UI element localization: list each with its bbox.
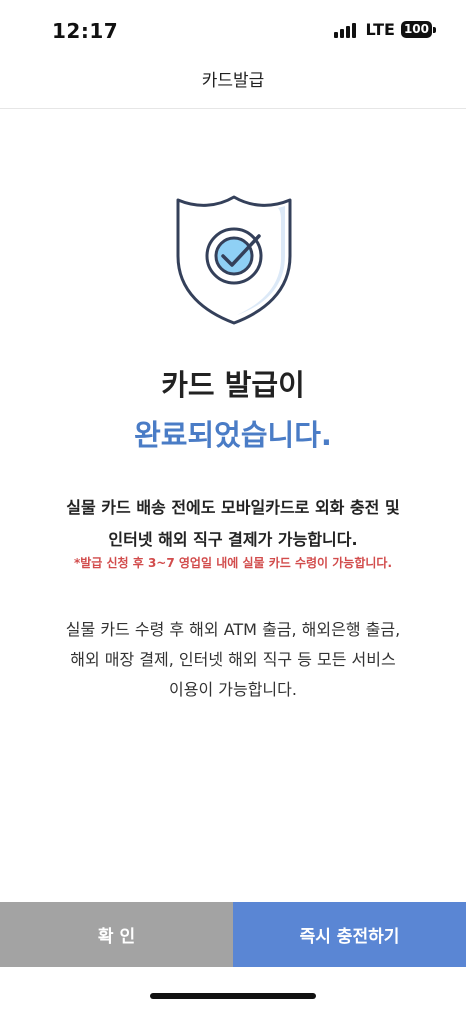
mobile-card-description: 실물 카드 배송 전에도 모바일카드로 외화 충전 및 인터넷 해외 직구 결제… <box>0 492 466 556</box>
status-time: 12:17 <box>52 19 119 43</box>
home-indicator[interactable] <box>150 993 316 999</box>
description-line-2: 인터넷 해외 직구 결제가 가능합니다. <box>108 530 358 549</box>
completion-title: 카드 발급이 <box>161 368 305 402</box>
physical-card-info: 실물 카드 수령 후 해외 ATM 출금, 해외은행 출금, 해외 매장 결제,… <box>0 615 466 705</box>
info-line-3: 이용이 가능합니다. <box>169 680 297 699</box>
battery-icon: 100 <box>400 21 436 38</box>
shield-check-icon <box>175 194 293 326</box>
status-indicators: LTE 100 <box>333 20 436 39</box>
info-line-1: 실물 카드 수령 후 해외 ATM 출금, 해외은행 출금, <box>65 620 401 639</box>
confirm-button[interactable]: 확 인 <box>0 902 233 967</box>
description-line-1: 실물 카드 배송 전에도 모바일카드로 외화 충전 및 <box>66 498 400 517</box>
page-header: 카드발급 <box>0 62 466 109</box>
info-line-2: 해외 매장 결제, 인터넷 해외 직구 등 모든 서비스 <box>70 650 396 669</box>
completion-title-highlight: 완료되었습니다. <box>134 418 332 452</box>
status-bar: 12:17 LTE 100 <box>0 0 466 62</box>
battery-level: 100 <box>400 21 432 38</box>
battery-tip <box>433 26 436 33</box>
delivery-notice: *발급 신청 후 3~7 영업일 내에 실물 카드 수령이 가능합니다. <box>73 556 393 570</box>
page-title: 카드발급 <box>201 71 265 91</box>
network-label: LTE <box>365 20 395 39</box>
charge-now-button[interactable]: 즉시 충전하기 <box>233 902 466 967</box>
bottom-action-bar: 확 인 즉시 충전하기 <box>0 902 466 967</box>
signal-bars-icon <box>333 22 356 38</box>
card-issue-complete-screen: 12:17 LTE 100 카드발급 카드 발급이 완료되었습니다. 실물 카드… <box>0 0 466 1009</box>
